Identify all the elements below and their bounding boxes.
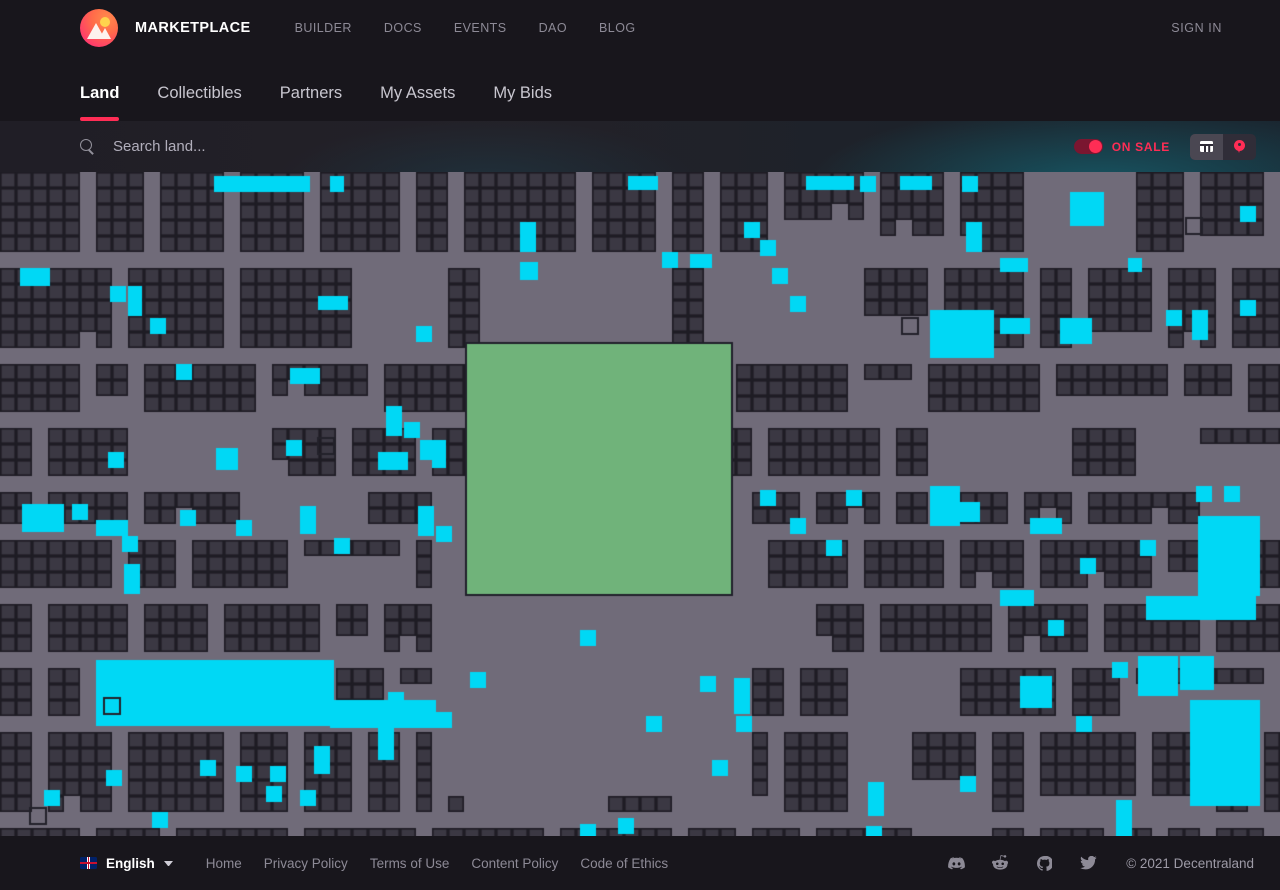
top-nav-link-docs[interactable]: DOCS bbox=[368, 21, 438, 35]
top-navigation-bar: MARKETPLACE BUILDER DOCS EVENTS DAO BLOG… bbox=[0, 0, 1280, 56]
language-label[interactable]: English bbox=[106, 856, 155, 871]
footer-link-home[interactable]: Home bbox=[195, 856, 253, 871]
discord-icon[interactable] bbox=[934, 856, 978, 870]
on-sale-switch[interactable] bbox=[1073, 139, 1103, 154]
copyright-text: © 2021 Decentraland bbox=[1126, 855, 1254, 871]
search-filter-bar: ON SALE bbox=[0, 121, 1280, 172]
tab-land[interactable]: Land bbox=[80, 84, 120, 121]
land-map-canvas[interactable] bbox=[0, 172, 1280, 836]
top-nav-link-blog[interactable]: BLOG bbox=[583, 21, 652, 35]
footer: English Home Privacy Policy Terms of Use… bbox=[0, 836, 1280, 890]
chevron-down-icon[interactable] bbox=[163, 860, 173, 866]
footer-link-content-policy[interactable]: Content Policy bbox=[460, 856, 569, 871]
view-grid-button[interactable] bbox=[1190, 133, 1223, 160]
grid-icon bbox=[1200, 141, 1213, 153]
footer-link-privacy-policy[interactable]: Privacy Policy bbox=[253, 856, 359, 871]
land-map[interactable] bbox=[0, 172, 1280, 836]
footer-link-code-of-ethics[interactable]: Code of Ethics bbox=[569, 856, 679, 871]
top-nav-link-builder[interactable]: BUILDER bbox=[279, 21, 368, 35]
tab-my-bids[interactable]: My Bids bbox=[493, 84, 552, 121]
view-mode-toggle bbox=[1190, 133, 1256, 160]
marketplace-page: MARKETPLACE BUILDER DOCS EVENTS DAO BLOG… bbox=[0, 0, 1280, 890]
search-input[interactable] bbox=[113, 138, 413, 155]
top-nav-links: BUILDER DOCS EVENTS DAO BLOG bbox=[279, 21, 652, 35]
tab-my-assets[interactable]: My Assets bbox=[380, 84, 455, 121]
search-icon bbox=[80, 139, 95, 154]
sign-in-button[interactable]: SIGN IN bbox=[1171, 21, 1248, 35]
logo-mountain-small bbox=[99, 28, 111, 39]
map-pin-icon bbox=[1234, 139, 1245, 154]
on-sale-toggle[interactable]: ON SALE bbox=[1073, 139, 1170, 154]
brand-title[interactable]: MARKETPLACE bbox=[135, 20, 251, 36]
filter-controls: ON SALE bbox=[1073, 133, 1256, 160]
section-tabs: Land Collectibles Partners My Assets My … bbox=[0, 56, 1280, 121]
footer-links: Home Privacy Policy Terms of Use Content… bbox=[195, 856, 679, 871]
on-sale-label: ON SALE bbox=[1111, 139, 1170, 154]
top-nav-link-dao[interactable]: DAO bbox=[523, 21, 583, 35]
top-nav-link-events[interactable]: EVENTS bbox=[438, 21, 523, 35]
footer-link-terms-of-use[interactable]: Terms of Use bbox=[359, 856, 461, 871]
tab-collectibles[interactable]: Collectibles bbox=[157, 84, 241, 121]
github-icon[interactable] bbox=[1022, 855, 1066, 871]
reddit-icon[interactable] bbox=[978, 855, 1022, 871]
footer-social-and-copyright: © 2021 Decentraland bbox=[934, 855, 1254, 871]
view-map-button[interactable] bbox=[1223, 134, 1256, 160]
on-sale-switch-knob bbox=[1088, 140, 1102, 153]
twitter-icon[interactable] bbox=[1066, 856, 1110, 870]
decentraland-logo-icon[interactable] bbox=[80, 9, 118, 47]
uk-flag-icon bbox=[80, 857, 97, 869]
tab-partners[interactable]: Partners bbox=[280, 84, 342, 121]
